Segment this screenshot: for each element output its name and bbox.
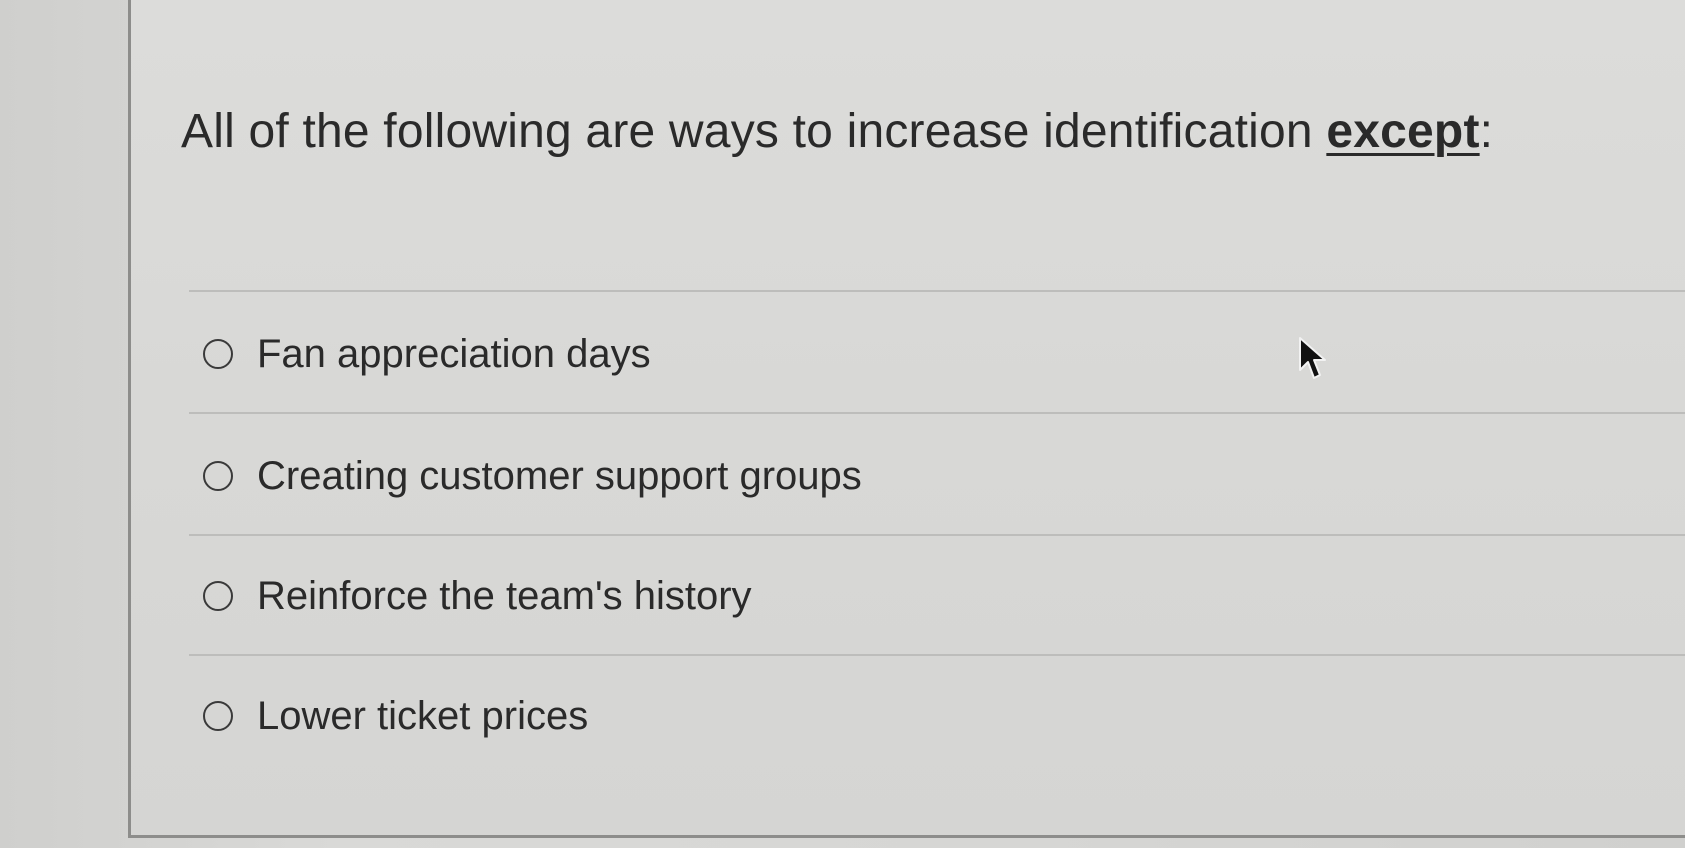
question-prompt: All of the following are ways to increas… [181,104,1493,159]
divider [189,290,1685,292]
answer-option-2[interactable]: Creating customer support groups [191,428,1685,524]
answer-label: Creating customer support groups [257,453,862,498]
divider [189,412,1685,414]
question-card: All of the following are ways to increas… [128,0,1685,838]
question-emphasis: except [1326,105,1480,158]
radio-unselected-icon[interactable] [203,701,233,731]
answer-label: Fan appreciation days [257,331,651,376]
divider [189,534,1685,536]
mouse-pointer-icon [1299,337,1326,379]
answer-label: Reinforce the team's history [257,573,752,618]
radio-unselected-icon[interactable] [203,339,233,369]
question-prefix: All of the following are ways to increas… [181,105,1327,158]
answer-option-4[interactable]: Lower ticket prices [191,668,1685,764]
answer-label: Lower ticket prices [257,693,589,738]
answer-option-3[interactable]: Reinforce the team's history [191,548,1685,644]
radio-unselected-icon[interactable] [203,461,233,491]
divider [189,654,1685,656]
answer-option-1[interactable]: Fan appreciation days [191,306,1685,402]
screen: All of the following are ways to increas… [0,0,1685,848]
question-suffix: : [1479,105,1494,158]
radio-unselected-icon[interactable] [203,581,233,611]
